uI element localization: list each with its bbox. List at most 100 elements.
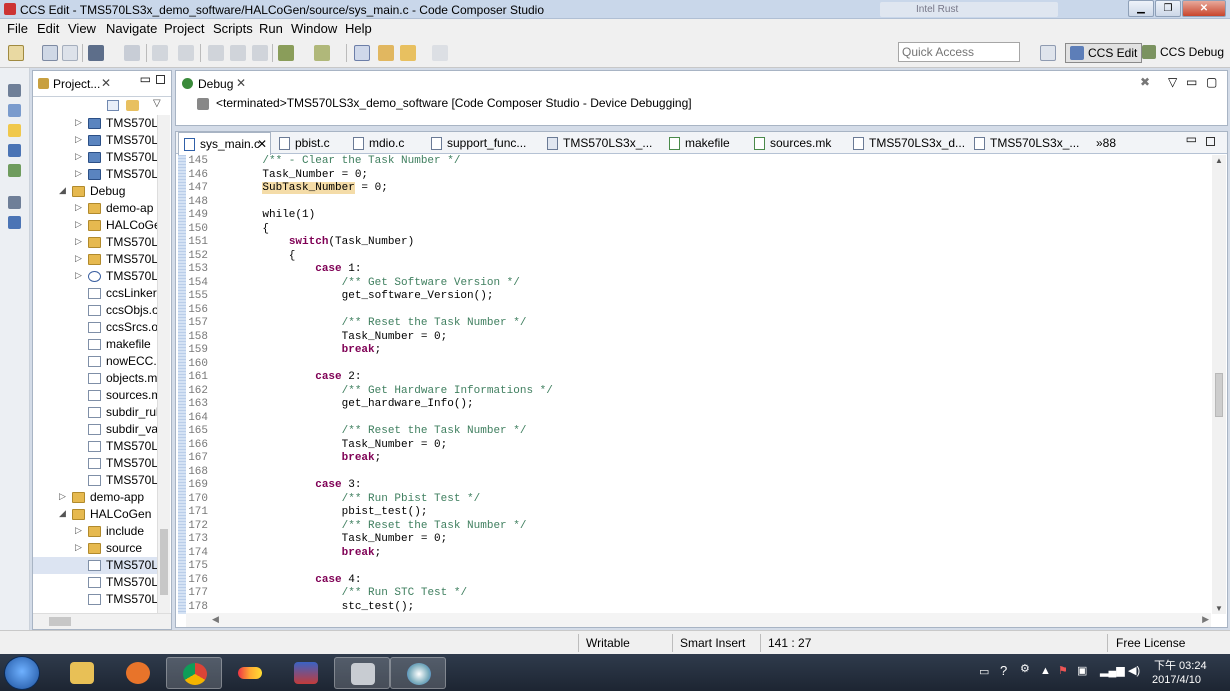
tab-tms570-file[interactable]: TMS570LS3x_... [542, 132, 652, 154]
menu-help[interactable]: Help [345, 21, 372, 36]
tree-item[interactable]: TMS570L [33, 472, 157, 489]
taskbar-chrome[interactable] [166, 657, 222, 689]
tree-item[interactable]: ▷ TMS570L [33, 149, 157, 166]
taskbar-app-shield[interactable] [278, 657, 334, 689]
tree-item[interactable]: ▷ demo-ap [33, 200, 157, 217]
suspend-icon[interactable] [230, 45, 246, 61]
tree-item[interactable]: sources.m [33, 387, 157, 404]
tree-item[interactable]: subdir_va [33, 421, 157, 438]
tree-item[interactable]: ▷ TMS570L [33, 132, 157, 149]
view-menu-icon[interactable]: ▽ [1168, 75, 1177, 89]
tree-item[interactable]: ccsSrcs.op [33, 319, 157, 336]
taskbar-firefox[interactable] [110, 657, 166, 689]
debug-tab-label[interactable]: Debug [198, 77, 233, 91]
flash-icon[interactable] [178, 45, 194, 61]
resume-icon[interactable] [208, 45, 224, 61]
clock-date[interactable]: 2017/4/10 [1152, 674, 1201, 686]
menu-scripts[interactable]: Scripts [213, 21, 253, 36]
close-icon[interactable]: ✕ [236, 76, 246, 90]
tree-item[interactable]: makefile [33, 336, 157, 353]
debug-session-entry[interactable]: <terminated>TMS570LS3x_demo_software [Co… [216, 96, 692, 110]
quick-access-input[interactable] [898, 42, 1020, 62]
tree-item[interactable]: ◢ Debug [33, 183, 157, 200]
refresh-icon[interactable] [152, 45, 168, 61]
close-button[interactable]: ✕ [1182, 0, 1226, 17]
tree-item[interactable]: ▷ TMS570L [33, 268, 157, 285]
tab-support-func[interactable]: support_func... [426, 132, 536, 154]
more-tabs-indicator[interactable]: »88 [1096, 136, 1116, 150]
clock-time[interactable]: 下午 03:24 [1154, 657, 1207, 673]
debug-arrow-icon[interactable] [124, 45, 140, 61]
debug-bug-icon[interactable] [278, 45, 294, 61]
tree-item[interactable]: ◢ HALCoGen [33, 506, 157, 523]
project-explorer-tab[interactable]: Project... ✕ ▭ [33, 71, 171, 97]
tab-sources-mk[interactable]: sources.mk [749, 132, 849, 154]
close-icon[interactable]: ✕ [101, 76, 111, 90]
open-type-icon[interactable] [354, 45, 370, 61]
network-icon[interactable]: ▂▄▆ [1100, 664, 1125, 677]
tree-item[interactable]: ▷ TMS570L [33, 115, 157, 132]
keyboard-icon[interactable]: ▭ [979, 665, 989, 678]
tree-item[interactable]: ▷ TMS570L [33, 251, 157, 268]
menu-view[interactable]: View [68, 21, 96, 36]
tree-item[interactable]: ▷ TMS570L [33, 166, 157, 183]
last-edit-icon[interactable] [378, 45, 394, 61]
menu-edit[interactable]: Edit [37, 21, 59, 36]
tree-item[interactable]: ▷ TMS570L [33, 234, 157, 251]
tree-item[interactable]: nowECC.l [33, 353, 157, 370]
taskbar-paint[interactable] [390, 657, 446, 689]
volume-icon[interactable]: ◀) [1128, 664, 1140, 677]
tab-pbist-c[interactable]: pbist.c [274, 132, 358, 154]
build-hammer-icon[interactable] [88, 45, 104, 61]
editor-vertical-scrollbar[interactable]: ▲ ▼ [1212, 155, 1226, 614]
tree-item[interactable]: TMS570LS [33, 438, 157, 455]
windows-start-button[interactable] [4, 656, 40, 690]
open-perspective-icon[interactable] [1040, 45, 1056, 61]
minimize-icon[interactable]: ▭ [140, 72, 151, 86]
perspective-ccs-edit[interactable]: CCS Edit [1065, 43, 1143, 63]
terminate-icon[interactable] [252, 45, 268, 61]
minimize-icon[interactable]: ▭ [1186, 75, 1197, 89]
tree-item[interactable]: ▷ demo-app [33, 489, 157, 506]
tree-item[interactable]: ▷ source [33, 540, 157, 557]
tree-item[interactable]: objects.m [33, 370, 157, 387]
taskbar-ccs[interactable] [334, 657, 390, 689]
tree-item[interactable]: subdir_rul [33, 404, 157, 421]
new-icon[interactable] [8, 45, 24, 61]
forward-icon[interactable] [432, 45, 448, 61]
remove-terminated-icon[interactable]: ✖ [1140, 75, 1150, 89]
display-icon[interactable]: ▣ [1077, 664, 1087, 677]
tree-item[interactable]: ccsObjs.o [33, 302, 157, 319]
menu-project[interactable]: Project [164, 21, 204, 36]
tree-item[interactable]: TMS570L [33, 455, 157, 472]
menu-window[interactable]: Window [291, 21, 337, 36]
tree-item[interactable]: ▷ HALCoGe [33, 217, 157, 234]
tree-item[interactable]: TMS570L [33, 591, 157, 608]
view-menu-icon[interactable]: ▽ [153, 98, 161, 109]
tree-item[interactable]: ccsLinker. [33, 285, 157, 302]
problems-icon[interactable] [8, 164, 21, 177]
minimize-button[interactable]: ▁ [1128, 0, 1154, 17]
save-all-icon[interactable] [62, 45, 78, 61]
explorer-vertical-scrollbar[interactable] [157, 115, 170, 615]
explorer-horizontal-scrollbar[interactable] [33, 613, 171, 629]
maximize-button[interactable]: ❐ [1155, 0, 1181, 17]
console-icon[interactable] [8, 144, 21, 157]
save-icon[interactable] [42, 45, 58, 61]
back-icon[interactable] [400, 45, 416, 61]
tab-mdio-c[interactable]: mdio.c [348, 132, 432, 154]
tree-item[interactable]: ▷ include [33, 523, 157, 540]
taskbar-app-infinity[interactable] [222, 657, 278, 689]
restore-icon[interactable] [8, 84, 21, 97]
outline-icon[interactable] [8, 104, 21, 117]
code-area[interactable]: 145 /** - Clear the Task Number */ 146 Ta… [186, 155, 1211, 614]
collapse-all-icon[interactable] [107, 100, 119, 111]
settings-icon[interactable]: ⚙ [1020, 662, 1030, 675]
restore-icon[interactable] [8, 196, 21, 209]
tab-tms570-x[interactable]: TMS570LS3x_... [969, 132, 1087, 154]
tree-item[interactable]: TMS570L [33, 557, 157, 574]
maximize-icon[interactable] [1206, 137, 1215, 146]
expressions-icon[interactable] [8, 216, 21, 229]
editor-horizontal-scrollbar[interactable]: ◀ ▶ [186, 613, 1211, 627]
tab-tms570-d[interactable]: TMS570LS3x_d... [848, 132, 966, 154]
